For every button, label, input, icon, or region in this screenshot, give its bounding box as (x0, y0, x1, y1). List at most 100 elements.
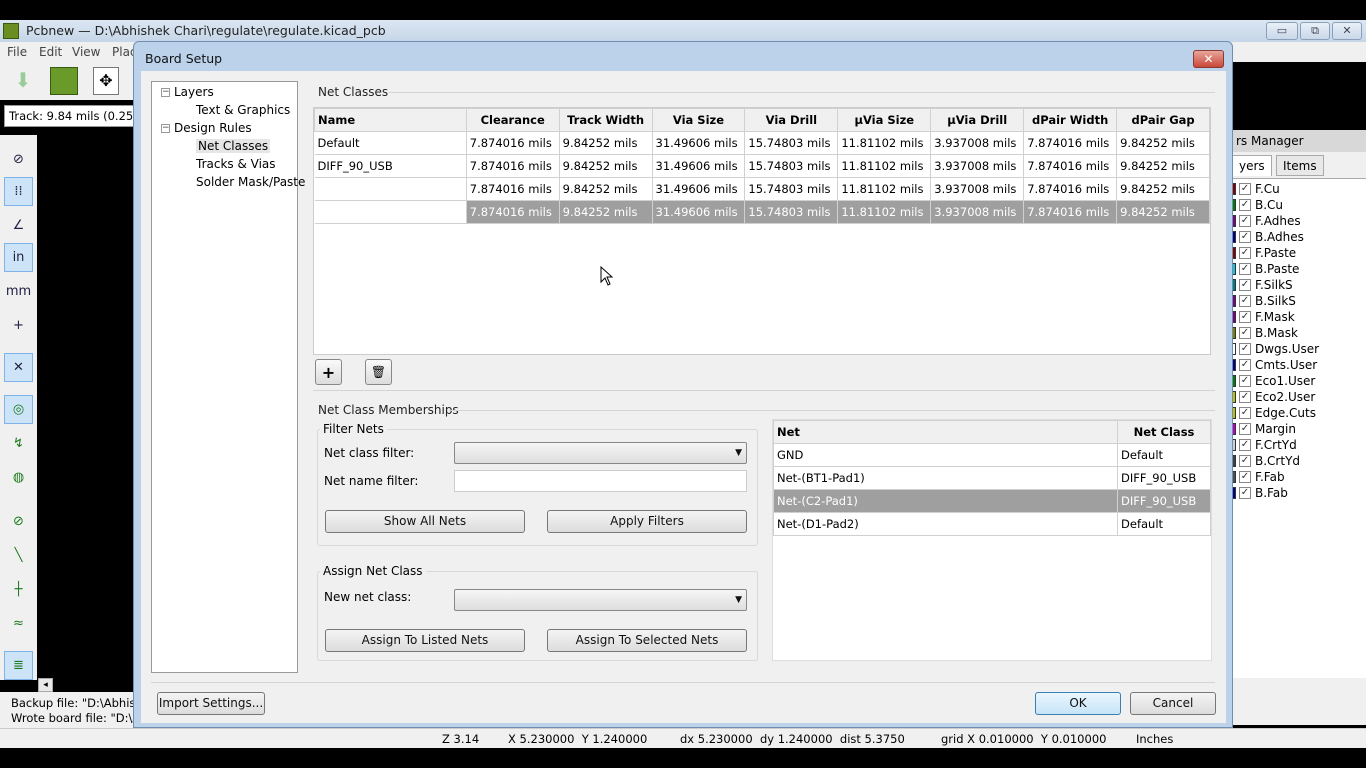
track-icon[interactable]: ↯ (4, 429, 33, 458)
tab-layers[interactable]: yers (1232, 155, 1272, 176)
add-net-class-button[interactable]: + (315, 359, 342, 385)
polar-coords-icon[interactable]: ∠ (4, 211, 33, 240)
net-row[interactable]: Net-(D1-Pad2) Default (772, 512, 1211, 536)
layer-row[interactable]: ✓ B.Adhes (1232, 229, 1304, 245)
layer-visibility-checkbox[interactable]: ✓ (1239, 183, 1251, 195)
zone-fill-icon[interactable]: ◎ (4, 395, 33, 424)
layer-visibility-checkbox[interactable]: ✓ (1239, 327, 1251, 339)
column-header-net-class[interactable]: Net Class (1117, 420, 1211, 444)
via-sketch-icon[interactable]: ⊘ (4, 507, 33, 536)
import-settings-button[interactable]: Import Settings... (157, 692, 265, 715)
collapse-icon[interactable]: − (161, 88, 170, 97)
layer-row[interactable]: ✓ F.Paste (1232, 245, 1296, 261)
net-class-value-cell[interactable]: 3.937008 mils (930, 200, 1025, 224)
layer-row[interactable]: ✓ B.Cu (1232, 197, 1283, 213)
layer-row[interactable]: ✓ F.Adhes (1232, 213, 1301, 229)
layer-visibility-checkbox[interactable]: ✓ (1239, 487, 1251, 499)
net-class-value-cell[interactable]: 15.74803 mils (744, 200, 839, 224)
menu-edit[interactable]: Edit (39, 45, 62, 59)
net-class-value-cell[interactable]: 3.937008 mils (930, 177, 1025, 201)
layer-row[interactable]: ✓ Cmts.User (1232, 357, 1317, 373)
net-class-value-cell[interactable]: 7.874016 mils (1023, 200, 1118, 224)
canvas-scroll-left-button[interactable]: ◂ (38, 678, 53, 692)
tree-item-solder-mask-paste[interactable]: Solder Mask/Paste (196, 175, 305, 189)
net-class-value-cell[interactable]: 31.49606 mils (651, 154, 746, 178)
zone-outline-icon[interactable]: ◍ (4, 463, 33, 492)
layer-row[interactable]: ✓ F.Mask (1232, 309, 1295, 325)
layer-visibility-checkbox[interactable]: ✓ (1239, 295, 1251, 307)
apply-filters-button[interactable]: Apply Filters (547, 510, 747, 533)
page-settings-icon[interactable]: ✥ (93, 67, 119, 95)
ok-button[interactable]: OK (1035, 692, 1121, 715)
layer-visibility-checkbox[interactable]: ✓ (1239, 215, 1251, 227)
column-header-via-size[interactable]: Via Size (651, 108, 746, 132)
ratsnest-icon[interactable]: ✕ (4, 353, 33, 382)
pcb-canvas[interactable] (37, 135, 137, 680)
layer-visibility-checkbox[interactable]: ✓ (1239, 359, 1251, 371)
layer-row[interactable]: ✓ B.Mask (1232, 325, 1298, 341)
cancel-button[interactable]: Cancel (1130, 692, 1216, 715)
layer-visibility-checkbox[interactable]: ✓ (1239, 247, 1251, 259)
high-contrast-icon[interactable]: ≈ (4, 609, 33, 638)
layer-row[interactable]: ✓ Dwgs.User (1232, 341, 1319, 357)
tab-items[interactable]: Items (1276, 155, 1324, 176)
layer-row[interactable]: ✓ Edge.Cuts (1232, 405, 1316, 421)
column-header--via-size[interactable]: μVia Size (837, 108, 932, 132)
net-class-name-cell[interactable] (314, 177, 467, 201)
layer-row[interactable]: ✓ B.CrtYd (1232, 453, 1300, 469)
layer-row[interactable]: ✓ F.Fab (1232, 469, 1285, 485)
layer-row[interactable]: ✓ B.Paste (1232, 261, 1299, 277)
net-class-value-cell[interactable]: 7.874016 mils (465, 131, 560, 155)
layer-row[interactable]: ✓ B.SilkS (1232, 293, 1296, 309)
layers-manager-icon[interactable]: ≣ (4, 651, 33, 680)
track-width-select[interactable]: Track: 9.84 mils (0.250 mm) (4, 105, 134, 127)
tree-item-text-graphics[interactable]: Text & Graphics (196, 103, 290, 117)
collapse-icon[interactable]: − (161, 124, 170, 133)
net-class-value-cell[interactable]: 9.84252 mils (1116, 200, 1210, 224)
net-class-value-cell[interactable]: 7.874016 mils (1023, 177, 1118, 201)
layer-visibility-checkbox[interactable]: ✓ (1239, 199, 1251, 211)
net-class-name-cell[interactable]: DIFF_90_USB (314, 154, 467, 178)
net-class-value-cell[interactable]: 7.874016 mils (465, 154, 560, 178)
net-class-value-cell[interactable]: 7.874016 mils (465, 200, 560, 224)
layer-row[interactable]: ✓ Margin (1232, 421, 1296, 437)
column-header-name[interactable]: Name (314, 108, 467, 132)
layer-visibility-checkbox[interactable]: ✓ (1239, 375, 1251, 387)
layer-row[interactable]: ✓ F.CrtYd (1232, 437, 1297, 453)
pad-sketch-icon[interactable]: ┼ (4, 575, 33, 604)
net-class-value-cell[interactable]: 9.84252 mils (558, 177, 653, 201)
net-name-cell[interactable]: Net-(D1-Pad2) (772, 512, 1119, 536)
grid-icon[interactable]: ⁞⁞ (4, 177, 33, 206)
net-row[interactable]: GND Default (772, 443, 1211, 467)
inch-units-icon[interactable]: in (4, 243, 33, 272)
track-sketch-icon[interactable]: ╲ (4, 541, 33, 570)
layer-visibility-checkbox[interactable]: ✓ (1239, 391, 1251, 403)
net-class-value-cell[interactable]: 9.84252 mils (558, 154, 653, 178)
column-header-dpair-gap[interactable]: dPair Gap (1116, 108, 1210, 132)
net-class-name-cell[interactable] (314, 200, 467, 224)
new-net-class-dropdown[interactable]: ▼ (454, 589, 747, 611)
net-class-value-cell[interactable]: 15.74803 mils (744, 131, 839, 155)
net-class-value-cell[interactable]: 15.74803 mils (744, 177, 839, 201)
net-class-value-cell[interactable]: 9.84252 mils (1116, 154, 1210, 178)
board-setup-icon[interactable] (50, 67, 78, 95)
layer-visibility-checkbox[interactable]: ✓ (1239, 407, 1251, 419)
net-class-value-cell[interactable]: 3.937008 mils (930, 154, 1025, 178)
tree-item-net-classes[interactable]: Net Classes (196, 139, 271, 153)
layer-visibility-checkbox[interactable]: ✓ (1239, 231, 1251, 243)
column-header-via-drill[interactable]: Via Drill (744, 108, 839, 132)
net-class-cell[interactable]: DIFF_90_USB (1117, 489, 1211, 513)
layer-visibility-checkbox[interactable]: ✓ (1239, 439, 1251, 451)
net-row[interactable]: Net-(C2-Pad1) DIFF_90_USB (772, 489, 1211, 513)
net-class-value-cell[interactable]: 31.49606 mils (651, 131, 746, 155)
net-class-value-cell[interactable]: 3.937008 mils (930, 131, 1025, 155)
assign-to-selected-nets-button[interactable]: Assign To Selected Nets (547, 629, 747, 652)
column-header-net[interactable]: Net (772, 420, 1119, 444)
net-classes-grid[interactable]: Name Clearance Track Width Via Size Via Dril… (313, 107, 1211, 355)
net-class-value-cell[interactable]: 7.874016 mils (1023, 154, 1118, 178)
net-class-row[interactable]: 7.874016 mils 9.84252 mils 31.49606 mils 15… (314, 200, 1210, 224)
save-board-icon[interactable]: ⬇ (10, 68, 36, 94)
layer-row[interactable]: ✓ F.SilkS (1232, 277, 1293, 293)
net-class-cell[interactable]: Default (1117, 443, 1211, 467)
net-class-value-cell[interactable]: 7.874016 mils (1023, 131, 1118, 155)
